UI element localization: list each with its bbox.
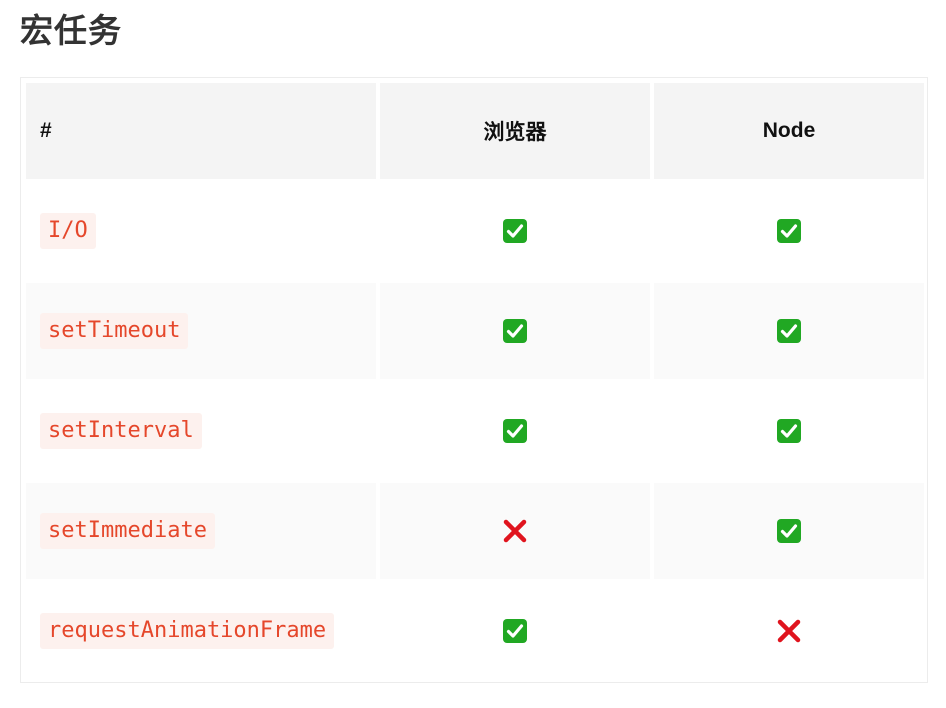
page-title: 宏任务 (20, 11, 122, 50)
column-header-node: Node (654, 83, 924, 179)
check-mark-icon (503, 219, 527, 243)
api-name: I/O (40, 213, 96, 249)
table-row-name: I/O (26, 183, 376, 279)
check-mark-icon (503, 619, 527, 643)
cross-mark-icon (502, 518, 528, 544)
api-name: requestAnimationFrame (40, 613, 335, 649)
check-mark-icon (777, 319, 801, 343)
check-mark-icon (502, 618, 528, 644)
api-name: setInterval (40, 413, 202, 449)
table-grid: # 浏览器 Node I/O setTimeout setInterval se… (26, 83, 924, 679)
check-mark-icon (777, 219, 801, 243)
check-mark-icon (777, 519, 801, 543)
check-mark-icon (503, 319, 527, 343)
column-header-browser: 浏览器 (380, 83, 650, 179)
api-name: setTimeout (40, 313, 189, 349)
node-support-cell (654, 383, 924, 479)
table-row-name: setInterval (26, 383, 376, 479)
node-support-cell (654, 283, 924, 379)
table-row-name: setImmediate (26, 483, 376, 579)
table-row-name: requestAnimationFrame (26, 583, 376, 679)
browser-support-cell (380, 483, 650, 579)
column-header-hash: # (26, 83, 376, 179)
check-mark-icon (502, 218, 528, 244)
check-mark-icon (502, 318, 528, 344)
node-support-cell (654, 183, 924, 279)
check-mark-icon (776, 318, 802, 344)
browser-support-cell (380, 383, 650, 479)
support-table: # 浏览器 Node I/O setTimeout setInterval se… (20, 77, 928, 683)
table-row-name: setTimeout (26, 283, 376, 379)
cross-mark-icon (777, 619, 801, 643)
browser-support-cell (380, 583, 650, 679)
browser-support-cell (380, 283, 650, 379)
cross-mark-icon (776, 618, 802, 644)
check-mark-icon (503, 419, 527, 443)
api-name: setImmediate (40, 513, 215, 549)
node-support-cell (654, 583, 924, 679)
check-mark-icon (776, 218, 802, 244)
cross-mark-icon (503, 519, 527, 543)
check-mark-icon (777, 419, 801, 443)
browser-support-cell (380, 183, 650, 279)
page: 宏任务 # 浏览器 Node I/O setTimeout setInterva… (0, 0, 946, 708)
check-mark-icon (776, 418, 802, 444)
check-mark-icon (502, 418, 528, 444)
node-support-cell (654, 483, 924, 579)
check-mark-icon (776, 518, 802, 544)
